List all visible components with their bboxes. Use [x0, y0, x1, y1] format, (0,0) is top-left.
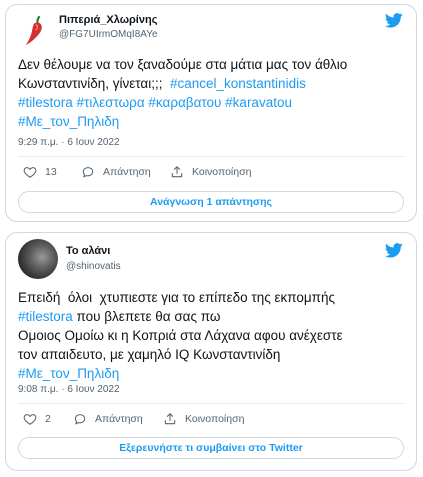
hashtag-link[interactable]: #cancel_konstantinidis: [170, 76, 306, 91]
heart-icon: [23, 414, 37, 425]
tweet-text-line: Ομοιος Ομοίω κι η Κοπριά στα Λάχανα αφου…: [18, 326, 402, 345]
divider: [18, 403, 404, 404]
text-segment: Ομοιος Ομοίω κι η Κοπριά στα Λάχανα αφου…: [18, 328, 343, 343]
hashtag-link[interactable]: #Με_τον_Πηλιδη: [18, 114, 119, 129]
tweet-text-line: #tilestora που βλεπετε θα σας πω: [18, 307, 402, 326]
reply-button[interactable]: Απάντηση: [81, 164, 151, 180]
hashtag-link[interactable]: #καραβατου: [148, 95, 221, 110]
chili-pepper-avatar[interactable]: [17, 12, 53, 48]
divider: [18, 156, 404, 157]
tweet-text: Επειδή όλοι χτυπιεστε για το επίπεδο της…: [18, 288, 402, 383]
heart-icon: [23, 167, 37, 178]
hashtag-link[interactable]: #karavatou: [225, 95, 292, 110]
share-icon: [171, 166, 183, 178]
twitter-bird-icon[interactable]: [385, 243, 403, 258]
tweet-card[interactable]: Το αλάνι @shinovatis Επειδή όλοι χτυπιεσ…: [5, 232, 417, 471]
author-name[interactable]: Το αλάνι: [66, 245, 110, 257]
read-replies-button[interactable]: Ανάγνωση 1 απάντησης: [18, 191, 404, 213]
share-button[interactable]: Κοινοποίηση: [163, 411, 244, 427]
text-segment: Δεν θέλουμε να τον ξαναδούμε στα μάτια μ…: [18, 57, 348, 72]
reply-bubble-icon: [74, 414, 86, 425]
tweet-text-line: Δεν θέλουμε να τον ξαναδούμε στα μάτια μ…: [18, 55, 402, 74]
tweet-timestamp[interactable]: 9:29 π.μ. · 6 Ιουν 2022: [18, 137, 120, 148]
reply-label: Απάντηση: [95, 413, 143, 425]
tweet-text-line: Κωνσταντινίδη, γίνεται;;; #cancel_konsta…: [18, 74, 402, 93]
tweet-card[interactable]: Πιπεριά_Χλωρίνης @FG7UIrmOMqI8AYe Δεν θέ…: [5, 4, 417, 222]
tweet-text-line: Επειδή όλοι χτυπιεστε για το επίπεδο της…: [18, 288, 402, 307]
share-label: Κοινοποίηση: [192, 166, 252, 178]
author-handle[interactable]: @FG7UIrmOMqI8AYe: [59, 29, 158, 40]
text-segment: που βλεπετε θα σας πω: [72, 309, 221, 324]
share-icon: [164, 413, 176, 425]
tweet-timestamp[interactable]: 9:08 π.μ. · 6 Ιουν 2022: [18, 384, 120, 395]
share-label: Κοινοποίηση: [185, 413, 245, 425]
hashtag-link[interactable]: #tilestora: [18, 95, 73, 110]
like-button[interactable]: 2: [23, 411, 51, 427]
profile-photo-avatar[interactable]: [18, 239, 58, 279]
hashtag-link[interactable]: #Με_τον_Πηλιδη: [18, 366, 119, 381]
author-name[interactable]: Πιπεριά_Χλωρίνης: [59, 14, 157, 26]
twitter-bird-icon[interactable]: [385, 13, 403, 28]
author-handle[interactable]: @shinovatis: [66, 261, 121, 272]
tweet-text: Δεν θέλουμε να τον ξαναδούμε στα μάτια μ…: [18, 55, 402, 131]
hashtag-link[interactable]: #τιλεστωρα: [77, 95, 145, 110]
tweet-text-line: #tilestora #τιλεστωρα #καραβατου #karava…: [18, 93, 402, 112]
reply-label: Απάντηση: [103, 166, 151, 178]
like-count: 2: [45, 413, 51, 425]
reply-button[interactable]: Απάντηση: [73, 411, 143, 427]
share-button[interactable]: Κοινοποίηση: [170, 164, 251, 180]
reply-bubble-icon: [82, 167, 94, 178]
like-count: 13: [45, 166, 57, 178]
tweet-text-line: τον απαιδευτο, με χαμηλό IQ Κωνσταντινίδ…: [18, 345, 402, 364]
tweet-text-line: #Με_τον_Πηλιδη: [18, 364, 402, 383]
explore-twitter-button[interactable]: Εξερευνήστε τι συμβαίνει στο Twitter: [18, 437, 404, 459]
hashtag-link[interactable]: #tilestora: [18, 309, 73, 324]
like-button[interactable]: 13: [23, 164, 57, 180]
text-segment: Επειδή όλοι χτυπιεστε για το επίπεδο της…: [18, 290, 335, 305]
text-segment: τον απαιδευτο, με χαμηλό IQ Κωνσταντινίδ…: [18, 347, 281, 362]
tweet-text-line: #Με_τον_Πηλιδη: [18, 112, 402, 131]
text-segment: Κωνσταντινίδη, γίνεται;;;: [18, 76, 170, 91]
